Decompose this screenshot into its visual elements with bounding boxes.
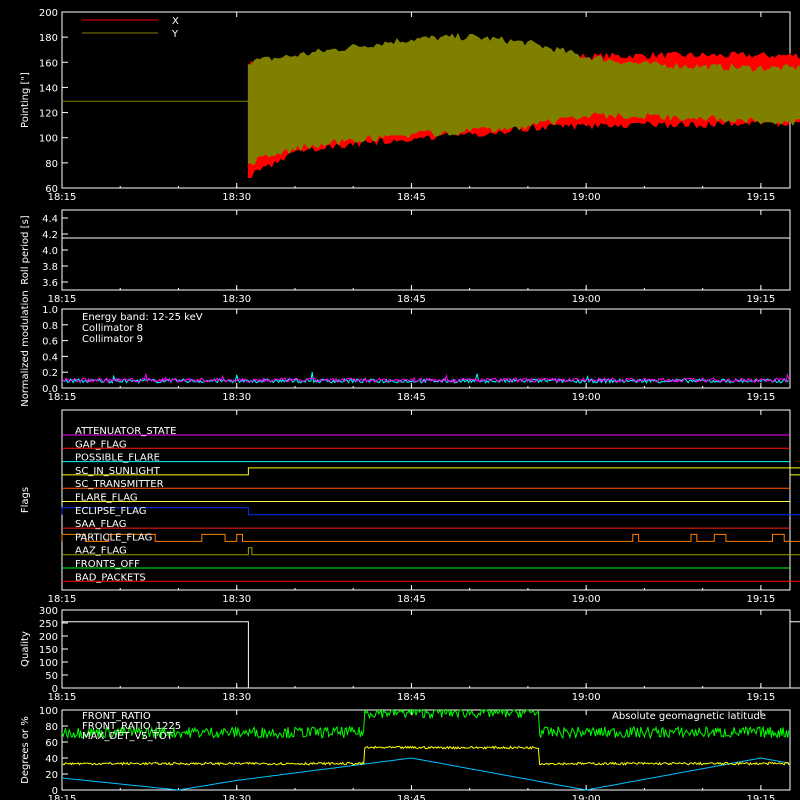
modulation-ytick-label: 0.4 [42,352,58,363]
flags-frame [61,409,791,591]
pointing-ytick-label: 200 [39,8,58,19]
flag-line-sc_in_sunlight [62,467,800,476]
flag-label-aaz_flag: AAZ_FLAG [75,546,127,557]
quality-xtick-label: 18:30 [222,692,251,703]
flags-xtick-label: 18:15 [48,594,77,605]
flag-label-attenuator_state: ATTENUATOR_STATE [75,426,176,437]
modulation-xtick-label: 19:00 [572,392,601,403]
pointing-ytick-label: 120 [39,109,58,120]
quality-xtick-label: 18:45 [397,692,426,703]
flags-xtick-label: 18:45 [397,594,426,605]
modulation-ytick-label: 0.8 [42,321,58,332]
pointing-ytick-label: 140 [39,83,58,94]
pointing-ytick-label: 60 [45,184,58,195]
flag-label-eclipse_flag: ECLIPSE_FLAG [75,506,146,517]
ratios-ytick-label: 100 [39,706,58,717]
flags-xtick-label: 19:00 [572,594,601,605]
roll-xtick-label: 19:15 [746,294,775,305]
flag-label-sc_transmitter: SC_TRANSMITTER [75,479,164,490]
quality-xtick-label: 19:15 [746,692,775,703]
flag-label-gap_flag: GAP_FLAG [75,439,127,450]
flag-label-sc_in_sunlight: SC_IN_SUNLIGHT [75,466,161,477]
ratios-ytick-label: 60 [45,738,58,749]
modulation-ytick-label: 1.0 [42,305,58,316]
ratios-ytick-label: 40 [45,754,58,765]
modulation-ytick-label: 0.0 [42,384,58,395]
pointing-ytick-label: 160 [39,58,58,69]
ratios-ylabel: Degrees or % [20,716,31,784]
pointing-ytick-label: 180 [39,33,58,44]
pointing-xtick-label: 18:45 [397,192,426,203]
ratios-ytick-label: 0 [52,786,58,797]
quality-xtick-label: 19:00 [572,692,601,703]
quality-series [62,621,800,689]
modulation-ytick-label: 0.2 [42,368,58,379]
modulation-xtick-label: 19:15 [746,392,775,403]
flag-label-flare_flag: FLARE_FLAG [75,493,138,504]
legend-label-Y: Y [171,29,179,40]
quality-ytick-label: 0 [52,684,58,695]
flags-xtick-label: 19:15 [746,594,775,605]
pointing-ytick-label: 100 [39,134,58,145]
modulation-xtick-label: 18:45 [397,392,426,403]
quality-ytick-label: 150 [39,645,58,656]
flag-line-bad_packets [62,580,800,582]
quality-ylabel: Quality [20,631,31,667]
ratios-xtick-label: 19:00 [572,794,601,800]
modulation-annotation: Collimator 9 [82,334,143,345]
roll-xtick-label: 18:45 [397,294,426,305]
quality-ytick-label: 50 [45,671,58,682]
flag-label-fronts_off: FRONTS_OFF [75,559,140,570]
legend-label-X: X [172,16,179,27]
roll-xtick-label: 18:30 [222,294,251,305]
pointing-ylabel: Pointing ["] [20,72,31,128]
ratios-xtick-label: 19:15 [746,794,775,800]
quality-ytick-label: 250 [39,619,58,630]
flag-line-eclipse_flag [61,507,800,516]
flag-label-possible_flare: POSSIBLE_FLARE [75,453,160,464]
ratios-xtick-label: 18:45 [397,794,426,800]
pointing-xtick-label: 19:00 [572,192,601,203]
flag-label-bad_packets: BAD_PACKETS [75,572,146,583]
roll-frame [61,209,791,291]
flag-label-saa_flag: SAA_FLAG [75,519,126,530]
flag-line-aaz_flag [62,547,800,556]
modulation-series-Collimator-9 [61,372,790,384]
modulation-xtick-label: 18:30 [222,392,251,403]
pointing-xtick-label: 18:30 [222,192,251,203]
quality-ytick-label: 300 [39,606,58,617]
pointing-ytick-label: 80 [45,159,58,170]
modulation-ytick-label: 0.6 [42,337,58,348]
lightcurve-figure: 18:1518:3018:4519:0019:1519:3019:4560801… [20,8,800,800]
quality-ytick-label: 200 [39,632,58,643]
ratio-legend-latitude: Absolute geomagnetic latitude [612,711,766,722]
flag-line-particle_flag [61,533,800,542]
roll-ylabel: Roll period [s] [20,215,31,284]
ratios-ytick-label: 80 [45,722,58,733]
roll-xtick-label: 19:00 [572,294,601,305]
roll-ytick-label: 3.6 [42,278,58,289]
modulation-ylabel: Normalized modulation [20,290,31,407]
roll-xtick-label: 18:15 [48,294,77,305]
ratios-xtick-label: 18:30 [222,794,251,800]
ratio-series-front_ratio [61,745,791,766]
roll-ytick-label: 3.8 [42,262,58,273]
pointing-xtick-label: 19:15 [746,192,775,203]
roll-ytick-label: 4.4 [42,214,58,225]
modulation-annotation: Energy band: 12-25 keV [82,312,203,323]
quality-ytick-label: 100 [39,658,58,669]
flag-label-particle_flag: PARTICLE_FLAG [75,532,152,543]
ratio-legend-max-det: MAX_DET_VS_TOT [82,731,174,742]
modulation-annotation: Collimator 8 [82,323,143,334]
roll-ytick-label: 4.2 [42,230,58,241]
flags-ylabel: Flags [20,487,31,513]
ratios-ytick-label: 20 [45,770,58,781]
roll-ytick-label: 4.0 [42,246,58,257]
flags-xtick-label: 18:30 [222,594,251,605]
